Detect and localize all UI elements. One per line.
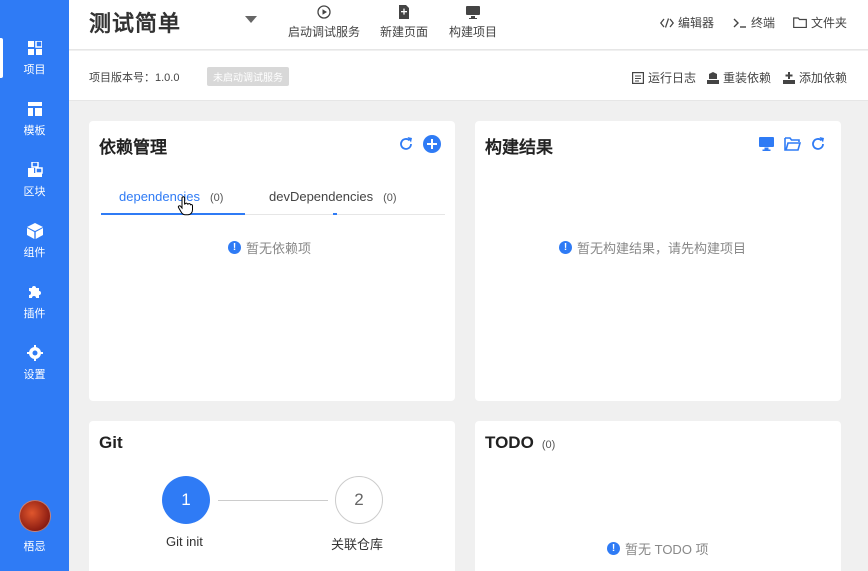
dependency-card-title: 依赖管理 — [99, 138, 167, 157]
project-title: 测试简单 — [89, 11, 182, 36]
reinstall-icon — [707, 71, 719, 84]
todo-card: TODO (0) ! 暂无 TODO 项 — [475, 421, 841, 571]
sidebar-item-component[interactable]: 组件 — [0, 213, 69, 269]
tab-devdependencies-label: devDependencies — [269, 189, 374, 204]
status-badge: 未启动调试服务 — [207, 67, 289, 86]
start-debug-button[interactable]: 启动调试服务 — [288, 4, 360, 40]
template-icon — [26, 100, 44, 118]
dependency-empty-text: 暂无依赖项 — [246, 241, 312, 256]
build-result-card: 构建结果 ! 暂无构建结果，请先构建项目 — [475, 121, 841, 401]
reinstall-deps-button[interactable]: 重装依赖 — [707, 69, 771, 86]
git-step-connector — [218, 500, 328, 501]
play-icon — [317, 4, 331, 20]
build-project-button[interactable]: 构建项目 — [449, 4, 497, 40]
monitor-icon[interactable] — [758, 136, 774, 152]
tab-dependencies[interactable]: dependencies (0) — [119, 189, 223, 204]
info-icon: ! — [607, 542, 620, 555]
log-icon — [632, 71, 644, 84]
dependency-tabs: dependencies (0) devDependencies (0) — [101, 181, 445, 215]
info-icon: ! — [228, 241, 241, 254]
active-tab-indicator — [101, 213, 245, 215]
avatar[interactable] — [18, 500, 51, 532]
new-page-label: 新建页面 — [380, 25, 429, 39]
git-step-2-label: 关联仓库 — [331, 537, 384, 552]
project-switch-caret-icon[interactable] — [245, 16, 257, 23]
new-page-button[interactable]: 新建页面 — [380, 4, 428, 40]
start-debug-label: 启动调试服务 — [288, 25, 361, 39]
project-info-bar: 项目版本号：1.0.0 未启动调试服务 运行日志 重装依赖 添加依赖 — [69, 51, 868, 101]
todo-card-title: TODO (0) — [485, 433, 555, 453]
add-circle-icon[interactable] — [422, 134, 441, 153]
folder-icon — [793, 17, 807, 28]
todo-empty-message: ! 暂无 TODO 项 — [607, 539, 709, 558]
cube-icon — [26, 222, 44, 240]
code-icon — [660, 17, 674, 28]
sidebar-item-label: 模板 — [23, 125, 46, 137]
info-icon: ! — [559, 241, 572, 254]
build-card-title: 构建结果 — [485, 138, 553, 157]
git-step-1[interactable]: 1 — [162, 476, 210, 524]
todo-count: (0) — [541, 439, 556, 451]
tab-dependencies-count: (0) — [209, 192, 224, 204]
user-name: 梧忌 — [23, 541, 46, 553]
run-log-label: 运行日志 — [648, 71, 697, 85]
git-step-2[interactable]: 2 — [335, 476, 383, 524]
todo-title-text: TODO — [485, 433, 534, 452]
reinstall-deps-label: 重装依赖 — [723, 71, 772, 85]
sidebar-item-label: 项目 — [23, 64, 46, 76]
block-icon — [26, 161, 44, 179]
folder-label: 文件夹 — [811, 16, 848, 30]
sidebar-item-label: 组件 — [23, 247, 46, 259]
puzzle-icon — [26, 283, 44, 301]
terminal-icon — [733, 18, 747, 28]
add-dependency-icon — [783, 71, 795, 84]
project-icon — [26, 39, 44, 57]
gear-icon — [26, 344, 44, 362]
monitor-icon — [466, 4, 480, 20]
folder-button[interactable]: 文件夹 — [793, 14, 847, 31]
sidebar-item-label: 区块 — [23, 186, 46, 198]
editor-button[interactable]: 编辑器 — [660, 14, 714, 31]
tab-devdependencies[interactable]: devDependencies (0) — [269, 189, 397, 204]
terminal-button[interactable]: 终端 — [733, 14, 775, 31]
todo-empty-text: 暂无 TODO 项 — [625, 542, 709, 557]
sidebar: 项目 模板 区块 组件 插件 设置 梧忌 — [0, 0, 69, 571]
run-log-button[interactable]: 运行日志 — [632, 69, 696, 86]
top-bar: 测试简单 启动调试服务 新建页面 构建项目 编辑器 终端 文件夹 — [69, 0, 868, 50]
sidebar-item-label: 设置 — [23, 369, 46, 381]
git-card: Git 1 2 Git init 关联仓库 — [89, 421, 455, 571]
build-project-label: 构建项目 — [449, 25, 498, 39]
sidebar-item-plugin[interactable]: 插件 — [0, 274, 69, 330]
add-dependency-button[interactable]: 添加依赖 — [783, 69, 847, 86]
git-card-title: Git — [99, 433, 123, 452]
tab-devdependencies-count: (0) — [383, 192, 397, 204]
folder-open-icon[interactable] — [783, 136, 801, 152]
sidebar-item-settings[interactable]: 设置 — [0, 335, 69, 391]
sidebar-item-block[interactable]: 区块 — [0, 152, 69, 208]
sidebar-item-label: 插件 — [23, 308, 46, 320]
build-empty-text: 暂无构建结果，请先构建项目 — [577, 241, 747, 256]
project-version: 项目版本号：1.0.0 — [89, 72, 180, 84]
add-dependency-label: 添加依赖 — [799, 71, 848, 85]
terminal-label: 终端 — [751, 16, 776, 30]
hand-cursor-icon — [177, 196, 193, 221]
tab-indicator-fragment — [333, 213, 337, 215]
new-page-icon — [398, 4, 410, 20]
dependency-card: 依赖管理 dependencies (0) devDependencies (0) … — [89, 121, 455, 401]
dependency-empty-message: ! 暂无依赖项 — [228, 238, 311, 257]
refresh-icon[interactable] — [809, 135, 827, 153]
sidebar-item-project[interactable]: 项目 — [0, 30, 69, 86]
build-empty-message: ! 暂无构建结果，请先构建项目 — [559, 238, 746, 257]
sidebar-item-template[interactable]: 模板 — [0, 91, 69, 147]
editor-label: 编辑器 — [678, 16, 715, 30]
user-profile[interactable]: 梧忌 — [0, 500, 69, 554]
refresh-icon[interactable] — [397, 135, 415, 153]
git-step-1-label: Git init — [166, 534, 203, 549]
